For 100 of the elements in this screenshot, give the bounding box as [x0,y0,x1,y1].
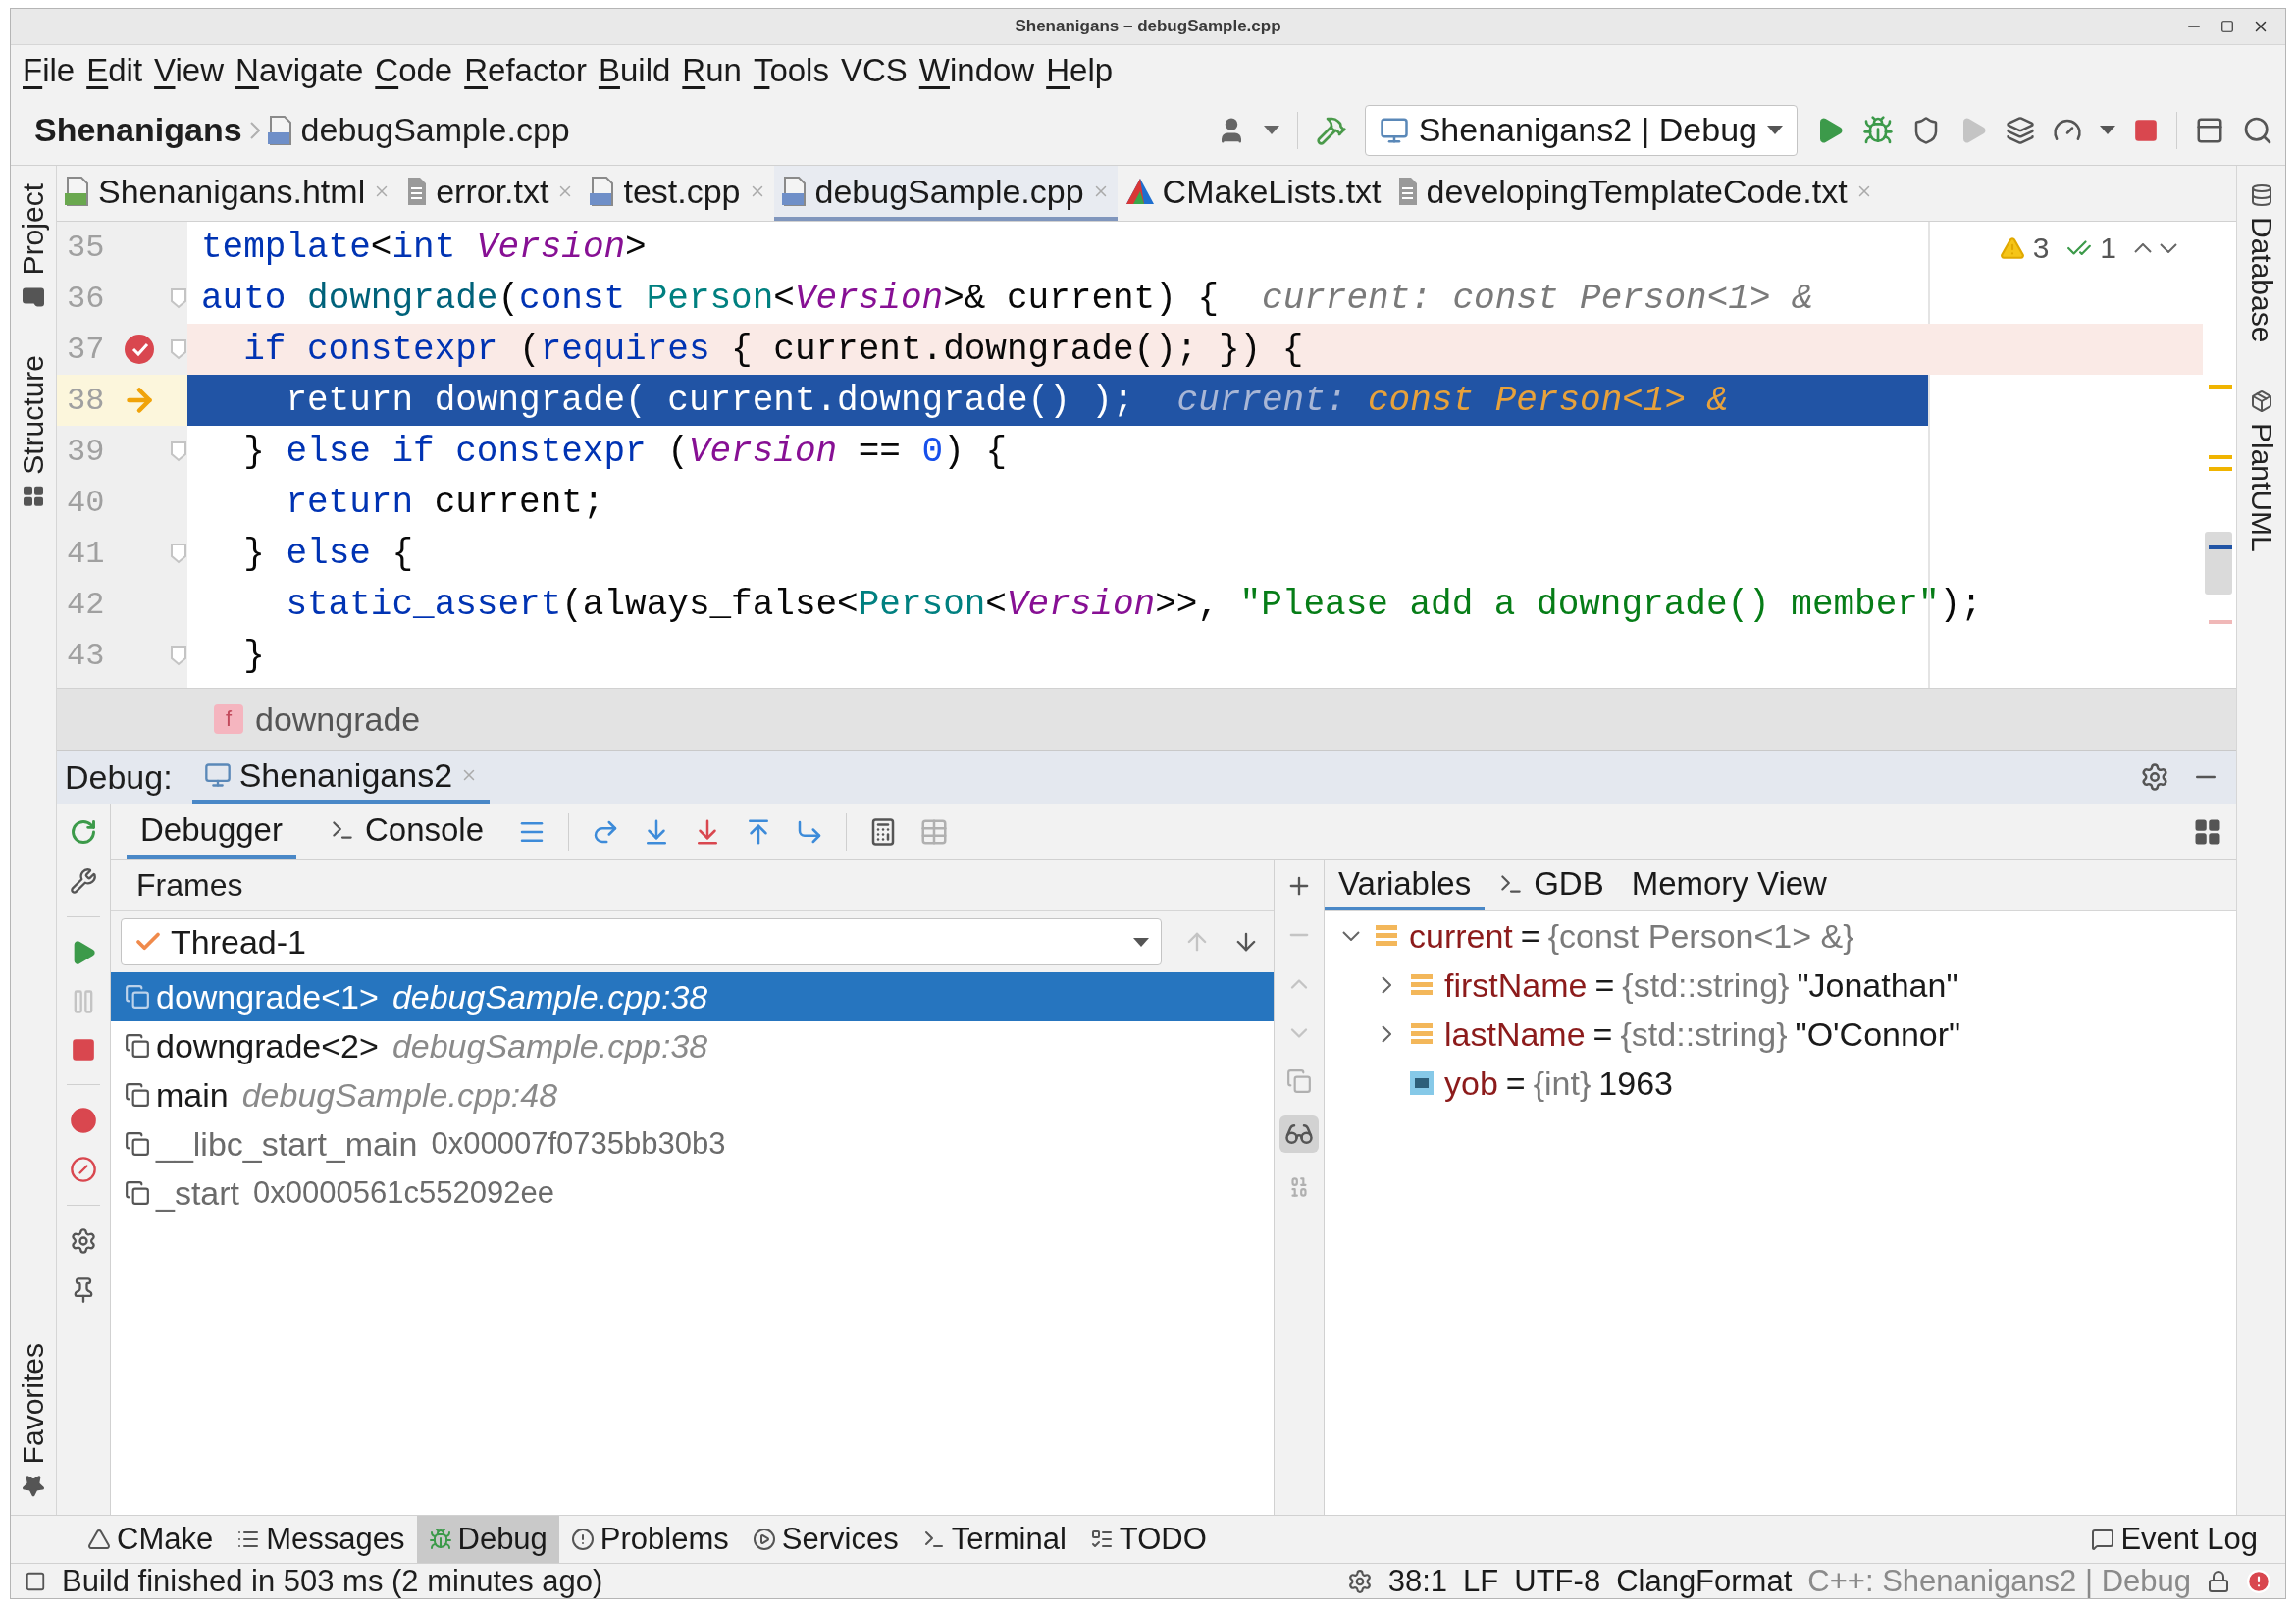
menu-item[interactable]: Tools [747,51,835,89]
bug-icon[interactable] [1862,114,1894,146]
line-number: 36 [66,280,106,317]
table-icon[interactable] [919,817,950,847]
editor-tab[interactable]: test.cpp [582,166,774,221]
debugger-tab[interactable]: Console [315,804,498,859]
rerun-icon[interactable] [70,818,97,846]
wrench-icon[interactable] [70,867,97,895]
fold-marker-icon[interactable] [170,287,187,309]
stack-frame[interactable]: downgrade<2> debugSample.cpp:38 [111,1021,1274,1070]
layout-icon[interactable] [2193,817,2222,847]
tool-window-button[interactable]: Services [740,1516,911,1563]
chevron-up-icon[interactable] [2134,243,2152,253]
fold-marker-icon[interactable] [170,338,187,360]
menu-item[interactable]: Code [369,51,459,89]
variable-entry[interactable]: current = {const Person<1> &} [1409,916,1854,956]
function-badge: f [214,704,243,734]
menu-item[interactable]: Help [1040,51,1120,89]
tool-window-button[interactable]: Problems [558,1516,741,1563]
square-icon [25,1570,46,1592]
inline-values-toggle[interactable] [1279,1115,1319,1153]
stack-frame[interactable]: __libc_start_main 0x00007f0735bb30b3 [111,1119,1274,1168]
editor-tab[interactable]: debugSample.cpp [773,166,1118,221]
tool-window-button[interactable]: Favorites [17,1338,50,1501]
caret-icon [2100,126,2115,134]
maximize-icon[interactable] [2220,20,2234,33]
stop-icon[interactable] [2133,117,2159,143]
tool-window-button[interactable]: Structure [17,351,50,513]
chevron-right-icon[interactable] [1382,1025,1391,1043]
editor-tab[interactable]: error.txt [398,166,583,221]
code-line: return downgrade( current.downgrade() ); [285,380,1134,421]
breadcrumb-item[interactable]: downgrade [255,700,421,739]
code-line: } [242,635,265,676]
database-icon [2249,183,2273,207]
code-line: return current; [285,482,604,523]
editor-tab[interactable]: CMakeLists.txt [1117,166,1389,221]
stack-frame[interactable]: _start 0x0000561c552092ee [111,1168,1274,1218]
fold-marker-icon[interactable] [170,645,187,666]
tool-window-button[interactable]: Database [2244,180,2278,347]
monitor-icon [203,761,232,789]
run-configuration-dropdown[interactable]: Shenanigans2 | Debug [1364,104,1798,156]
stack-icon [1409,972,1435,998]
package-icon [2249,389,2273,414]
session-tab[interactable]: Shenanigans2 [191,751,491,804]
error-icon[interactable] [2246,1568,2271,1594]
chevron-right-icon[interactable] [1382,976,1391,994]
tool-window-button[interactable]: Event Log [2079,1516,2270,1563]
code-line: static_assert(always_false<Person<Version>>, "Please add a downgrade() member"); [285,584,1982,625]
settings-icon[interactable] [2140,762,2169,792]
menu-item[interactable]: Build [592,51,677,89]
tool-window-button[interactable]: Debug [416,1516,559,1563]
menu-item[interactable]: File [17,51,81,89]
menu-item[interactable]: View [148,51,231,89]
status-item[interactable]: UTF-8 [1514,1563,1601,1598]
copy-icon[interactable] [1286,1068,1312,1094]
lock-icon[interactable] [2207,1569,2230,1593]
status-item[interactable]: ClangFormat [1616,1563,1793,1598]
menu-item[interactable]: VCS [834,51,913,89]
tool-window-button[interactable]: CMake [76,1516,226,1563]
thread-dropdown[interactable]: Thread-1 [121,918,1162,965]
tool-window-button[interactable]: Project [17,180,50,313]
variables-tab[interactable]: GDB [1485,860,1618,910]
menu-item[interactable]: Refactor [458,51,593,89]
fold-marker-icon[interactable] [170,441,187,462]
chevron-down-icon[interactable] [1342,931,1360,941]
menu-item[interactable]: Edit [80,51,149,89]
frame-icon [125,1082,150,1108]
editor-tab[interactable]: developingTemplateCode.txt [1388,166,1881,221]
fold-marker-icon[interactable] [170,543,187,564]
tool-window-button[interactable]: Terminal [910,1516,1078,1563]
menu-item[interactable]: Navigate [230,51,370,89]
stop-icon[interactable] [71,1037,96,1063]
mute-breakpoints-icon[interactable] [70,1156,97,1183]
project-breadcrumb[interactable]: Shenanigans [34,111,242,149]
variables-tab[interactable]: Variables [1325,860,1486,910]
menu-item[interactable]: Run [676,51,748,89]
settings-icon[interactable] [70,1227,97,1255]
file-breadcrumb[interactable]: debugSample.cpp [300,111,570,149]
variables-tab[interactable]: Memory View [1617,860,1841,910]
stack-frame[interactable]: downgrade<1> debugSample.cpp:38 [111,972,1274,1021]
layers-icon[interactable] [2006,115,2035,145]
tool-window-button[interactable]: Messages [225,1516,417,1563]
breakpoints-icon[interactable] [70,1107,97,1134]
panel-title: Frames [136,867,243,904]
triangle-icon [1124,178,1155,205]
variable-entry[interactable]: yob = {int} 1963 [1444,1063,1673,1103]
breakpoint-icon[interactable] [123,333,156,366]
code-line: auto downgrade(const Person<Version>& current) { [201,278,1220,319]
tool-window-button[interactable]: TODO [1077,1516,1219,1563]
tool-window-button[interactable]: PlantUML [2244,386,2278,557]
status-item[interactable]: 38:1 [1387,1563,1448,1598]
variable-entry[interactable]: firstName = {std::string} "Jonathan" [1444,965,1958,1005]
settings-icon[interactable] [1346,1568,1373,1594]
menu-item[interactable]: Window [913,51,1041,89]
editor-tab[interactable]: Shenanigans.html [57,166,399,221]
status-item[interactable]: LF [1463,1563,1499,1598]
stack-frame[interactable]: main debugSample.cpp:48 [111,1070,1274,1119]
chevron-down-icon[interactable] [2160,243,2177,253]
scrollbar-thumb[interactable] [2205,532,2232,595]
variable-entry[interactable]: lastName = {std::string} "O'Connor" [1444,1014,1961,1054]
